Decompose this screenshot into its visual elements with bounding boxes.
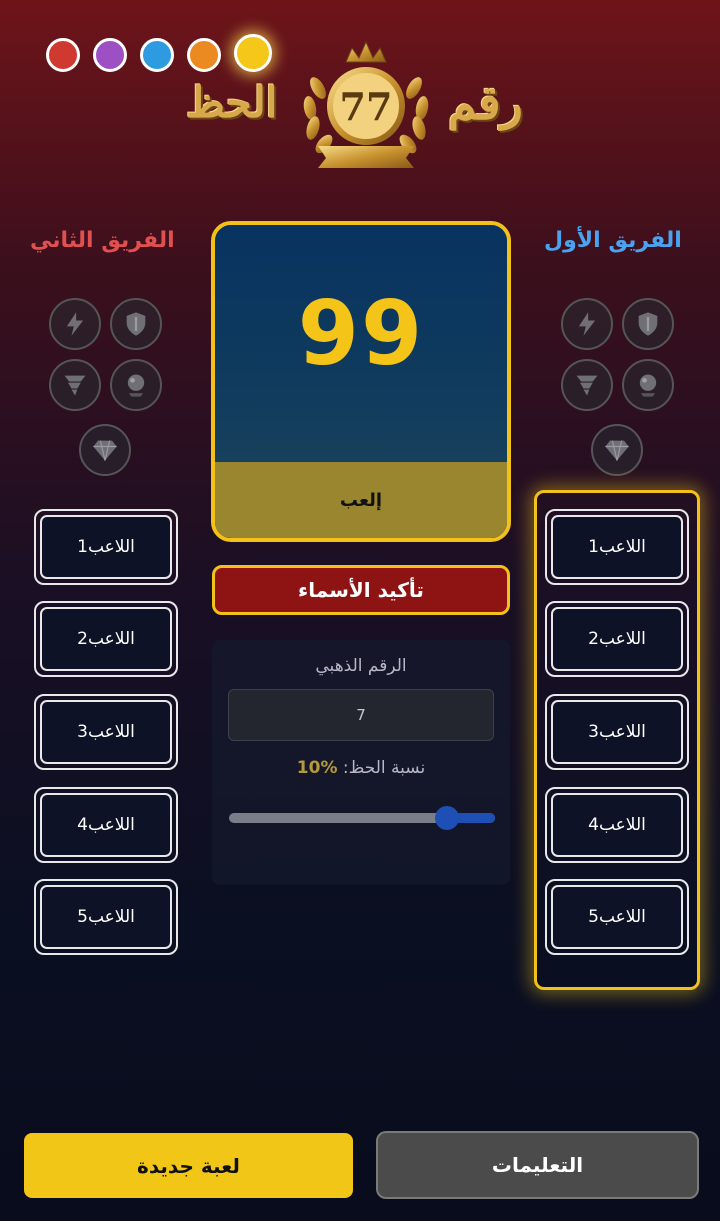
play-area: إلعب bbox=[215, 462, 507, 538]
player-label: اللاعب1 bbox=[551, 515, 683, 579]
team2-power-shield[interactable] bbox=[110, 298, 162, 350]
color-dot-red[interactable] bbox=[46, 38, 80, 72]
luck-ratio-text: نسبة الحظ: bbox=[342, 758, 426, 778]
player-label: اللاعب3 bbox=[40, 700, 172, 764]
team1-power-tornado[interactable] bbox=[561, 359, 613, 411]
team1-player-4[interactable]: اللاعب4 bbox=[545, 787, 689, 863]
ribbon-banner bbox=[318, 146, 414, 168]
player-label: اللاعب5 bbox=[40, 885, 172, 949]
diamond-icon bbox=[605, 440, 629, 461]
team2-power-diamond[interactable] bbox=[79, 424, 131, 476]
crown-icon bbox=[345, 40, 387, 63]
player-label: اللاعب5 bbox=[551, 885, 683, 949]
player-label: اللاعب3 bbox=[551, 700, 683, 764]
team2-power-lightning[interactable] bbox=[49, 298, 101, 350]
crystal-ball-icon bbox=[639, 374, 657, 397]
tornado-icon bbox=[64, 375, 86, 396]
team1-power-shield[interactable] bbox=[622, 298, 674, 350]
team1-player-3[interactable]: اللاعب3 bbox=[545, 694, 689, 770]
luck-slider[interactable] bbox=[229, 806, 495, 830]
team2-player-3[interactable]: اللاعب3 bbox=[34, 694, 178, 770]
confirm-names-button[interactable]: تأكيد الأسماء bbox=[212, 565, 510, 615]
number-card: 99 إلعب bbox=[211, 221, 511, 542]
team2-power-crystal-ball[interactable] bbox=[110, 359, 162, 411]
team1-player-5[interactable]: اللاعب5 bbox=[545, 879, 689, 955]
lightning-icon bbox=[578, 312, 596, 336]
color-dot-blue[interactable] bbox=[140, 38, 174, 72]
logo-emblem: 77 bbox=[303, 40, 429, 168]
golden-number-input[interactable] bbox=[228, 689, 494, 741]
current-number: 99 bbox=[297, 282, 425, 385]
team1-player-1[interactable]: اللاعب1 bbox=[545, 509, 689, 585]
color-dot-purple[interactable] bbox=[93, 38, 127, 72]
team1-power-lightning[interactable] bbox=[561, 298, 613, 350]
color-dot-yellow[interactable] bbox=[234, 34, 272, 72]
player-label: اللاعب2 bbox=[40, 607, 172, 671]
crystal-ball-icon bbox=[127, 374, 145, 397]
logo-word-number: رقم bbox=[448, 76, 523, 130]
player-label: اللاعب2 bbox=[551, 607, 683, 671]
color-picker bbox=[46, 34, 272, 72]
shield-icon bbox=[126, 312, 146, 336]
player-label: اللاعب4 bbox=[551, 793, 683, 857]
player-label: اللاعب1 bbox=[40, 515, 172, 579]
golden-number-label: الرقم الذهبي bbox=[315, 656, 407, 676]
luck-slider-thumb[interactable] bbox=[435, 806, 459, 830]
team2-player-2[interactable]: اللاعب2 bbox=[34, 601, 178, 677]
player-label: اللاعب4 bbox=[40, 793, 172, 857]
new-game-button[interactable]: لعبة جديدة bbox=[24, 1133, 353, 1198]
team2-player-5[interactable]: اللاعب5 bbox=[34, 879, 178, 955]
number-display: 99 bbox=[215, 225, 507, 462]
team2-player-4[interactable]: اللاعب4 bbox=[34, 787, 178, 863]
emblem-number: 77 bbox=[340, 84, 393, 129]
team2-title: الفريق الثاني bbox=[30, 228, 175, 253]
team1-title: الفريق الأول bbox=[544, 228, 682, 253]
color-dot-orange[interactable] bbox=[187, 38, 221, 72]
instructions-button[interactable]: التعليمات bbox=[376, 1131, 699, 1199]
team1-power-diamond[interactable] bbox=[591, 424, 643, 476]
team2-power-tornado[interactable] bbox=[49, 359, 101, 411]
logo-word-luck: الحظ bbox=[186, 78, 278, 127]
team2-player-1[interactable]: اللاعب1 bbox=[34, 509, 178, 585]
luck-ratio-value: %10 bbox=[296, 758, 338, 778]
shield-icon bbox=[638, 312, 658, 336]
diamond-icon bbox=[93, 440, 117, 461]
luck-ratio-label: نسبة الحظ: %10 bbox=[212, 758, 510, 778]
team1-player-2[interactable]: اللاعب2 bbox=[545, 601, 689, 677]
team1-power-crystal-ball[interactable] bbox=[622, 359, 674, 411]
tornado-icon bbox=[576, 375, 598, 396]
lightning-icon bbox=[66, 312, 84, 336]
play-button[interactable]: إلعب bbox=[334, 489, 388, 512]
